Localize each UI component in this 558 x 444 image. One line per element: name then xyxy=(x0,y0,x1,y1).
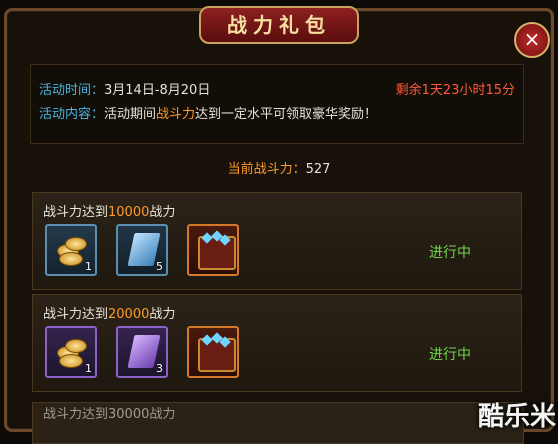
task-title-suffix: 战力 xyxy=(149,407,176,422)
activity-info-panel: 活动时间：3月14日-8月20日 剩余1天23小时15分 活动内容：活动期间战斗… xyxy=(30,64,524,144)
task-title-prefix: 战斗力达到 xyxy=(43,205,109,220)
reward-slot-gold-coins[interactable]: 1 xyxy=(45,326,97,378)
reward-slot-treasure-chest[interactable] xyxy=(187,224,239,276)
task-target-value: 20000 xyxy=(108,307,150,322)
task-title-suffix: 战力 xyxy=(149,205,176,220)
reward-slot-purple-book[interactable]: 3 xyxy=(116,326,168,378)
reward-slot-gold-coins[interactable]: 1 xyxy=(45,224,97,276)
reward-count: 3 xyxy=(156,362,163,375)
current-power-label: 当前战斗力： xyxy=(227,162,306,177)
task-title-suffix: 战力 xyxy=(149,307,176,322)
reward-count: 1 xyxy=(85,260,92,273)
activity-content-highlight: 战斗力 xyxy=(156,107,196,122)
activity-time-row: 活动时间：3月14日-8月20日 xyxy=(39,79,210,98)
reward-task-row: 战斗力达到30000战力 xyxy=(32,402,524,444)
task-status: 进行中 xyxy=(429,245,471,261)
current-power-value: 527 xyxy=(305,162,331,177)
reward-task-row: 战斗力达到10000战力 1 5 进行中 xyxy=(32,192,522,290)
activity-content-text: 活动期间 xyxy=(104,107,157,122)
task-title: 战斗力达到20000战力 xyxy=(43,303,175,322)
activity-time-value: 3月14日-8月20日 xyxy=(104,83,211,98)
activity-time-label: 活动时间： xyxy=(39,83,105,98)
activity-content-row: 活动内容：活动期间战斗力达到一定水平可领取豪华奖励！ xyxy=(39,103,377,122)
task-title: 战斗力达到10000战力 xyxy=(43,201,175,220)
current-power: 当前战斗力：527 xyxy=(0,158,558,177)
watermark: 酷乐米 xyxy=(478,402,557,432)
task-status: 进行中 xyxy=(429,347,471,363)
activity-content-label: 活动内容： xyxy=(39,107,105,122)
dialog-title: 战力礼包 xyxy=(199,6,359,44)
close-icon[interactable]: × xyxy=(514,22,550,58)
task-target-value: 10000 xyxy=(108,205,150,220)
task-target-value: 30000 xyxy=(108,407,150,422)
task-title-prefix: 战斗力达到 xyxy=(43,307,109,322)
reward-count: 1 xyxy=(85,362,92,375)
task-title-prefix: 战斗力达到 xyxy=(43,407,109,422)
reward-count: 5 xyxy=(156,260,163,273)
reward-task-row: 战斗力达到20000战力 1 3 进行中 xyxy=(32,294,522,392)
task-title: 战斗力达到30000战力 xyxy=(43,403,175,422)
remaining-time: 剩余1天23小时15分 xyxy=(395,83,515,98)
reward-slot-blue-book[interactable]: 5 xyxy=(116,224,168,276)
activity-content-text-end: 达到一定水平可领取豪华奖励！ xyxy=(195,107,378,122)
reward-slot-treasure-chest[interactable] xyxy=(187,326,239,378)
